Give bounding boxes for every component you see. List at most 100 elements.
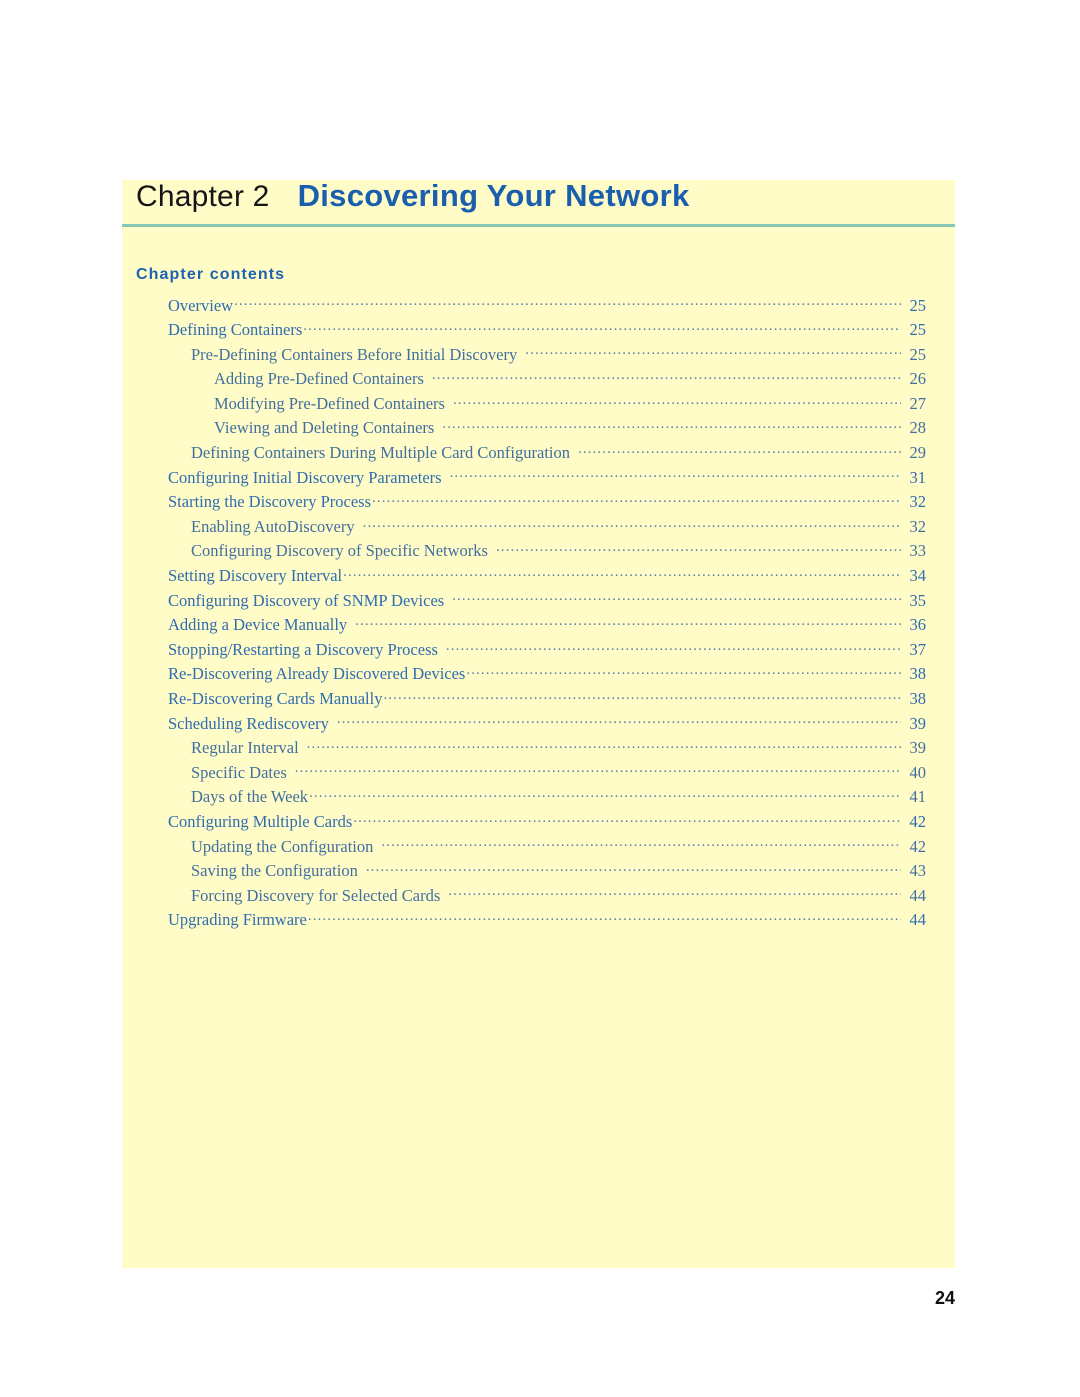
toc-entry-label: Configuring Initial Discovery Parameters bbox=[168, 467, 442, 487]
toc-entry-label: Setting Discovery Interval bbox=[168, 566, 343, 586]
page-title: Discovering Your Network bbox=[297, 178, 690, 213]
toc-entry[interactable]: Regular Interval 39 bbox=[136, 737, 926, 762]
toc-entry-label: Specific Dates bbox=[191, 762, 287, 782]
toc-entry[interactable]: Overview 25 bbox=[136, 294, 926, 319]
toc-entry-label: Starting the Discovery Process bbox=[168, 492, 372, 512]
toc-entry-page-number: 35 bbox=[909, 590, 927, 610]
toc-dot-leader bbox=[452, 589, 901, 606]
toc-entry[interactable]: Enabling AutoDiscovery 32 bbox=[136, 515, 926, 540]
toc-entry[interactable]: Viewing and Deleting Containers 28 bbox=[136, 417, 926, 442]
toc-entry-page-number: 34 bbox=[909, 566, 927, 586]
toc-dot-leader bbox=[453, 392, 901, 409]
toc-entry-page-number: 31 bbox=[909, 467, 927, 487]
toc-entry-label: Defining Containers bbox=[168, 320, 303, 340]
toc-entry[interactable]: Upgrading Firmware 44 bbox=[136, 909, 926, 934]
toc-dot-leader bbox=[343, 565, 901, 582]
toc-entry[interactable]: Configuring Initial Discovery Parameters… bbox=[136, 466, 926, 491]
toc-entry[interactable]: Modifying Pre-Defined Containers 27 bbox=[136, 392, 926, 417]
toc-dot-leader bbox=[337, 712, 901, 729]
toc-entry-page-number: 29 bbox=[909, 443, 927, 463]
toc-entry-label: Pre-Defining Containers Before Initial D… bbox=[191, 344, 518, 364]
toc-dot-leader bbox=[466, 663, 901, 680]
toc-dot-leader bbox=[381, 835, 901, 852]
table-of-contents: Overview 25 Defining Containers 25 Pre-Defin… bbox=[136, 294, 926, 933]
toc-entry[interactable]: Pre-Defining Containers Before Initial D… bbox=[136, 343, 926, 368]
chapter-header: Chapter 2 Discovering Your Network bbox=[122, 180, 955, 224]
toc-entry[interactable]: Stopping/Restarting a Discovery Process 3… bbox=[136, 638, 926, 663]
toc-entry-page-number: 33 bbox=[909, 541, 927, 561]
toc-entry[interactable]: Forcing Discovery for Selected Cards 44 bbox=[136, 884, 926, 909]
toc-entry-label: Configuring Multiple Cards bbox=[168, 811, 353, 831]
toc-entry[interactable]: Saving the Configuration 43 bbox=[136, 860, 926, 885]
toc-dot-leader bbox=[309, 786, 901, 803]
toc-entry-label: Adding a Device Manually bbox=[168, 615, 348, 635]
document-page: Chapter 2 Discovering Your Network Chapt… bbox=[0, 0, 1080, 1397]
toc-entry-label: Forcing Discovery for Selected Cards bbox=[191, 885, 441, 905]
toc-entry-label: Upgrading Firmware bbox=[168, 910, 307, 930]
toc-entry-page-number: 37 bbox=[909, 639, 927, 659]
toc-entry-page-number: 43 bbox=[909, 861, 927, 881]
toc-entry[interactable]: Configuring Multiple Cards 42 bbox=[136, 810, 926, 835]
toc-entry-label: Configuring Discovery of SNMP Devices bbox=[168, 590, 445, 610]
toc-entry[interactable]: Re-Discovering Already Discovered Device… bbox=[136, 663, 926, 688]
toc-entry-page-number: 39 bbox=[909, 713, 927, 733]
toc-entry-page-number: 32 bbox=[909, 516, 927, 536]
toc-entry-page-number: 27 bbox=[909, 393, 927, 413]
toc-entry[interactable]: Configuring Discovery of Specific Networ… bbox=[136, 540, 926, 565]
toc-entry[interactable]: Configuring Discovery of SNMP Devices 35 bbox=[136, 589, 926, 614]
toc-entry-label: Viewing and Deleting Containers bbox=[214, 418, 435, 438]
toc-dot-leader bbox=[366, 860, 901, 877]
toc-entry-page-number: 25 bbox=[909, 295, 927, 315]
toc-entry[interactable]: Adding Pre-Defined Containers 26 bbox=[136, 368, 926, 393]
toc-dot-leader bbox=[432, 368, 901, 385]
toc-entry-page-number: 39 bbox=[909, 738, 927, 758]
toc-entry-page-number: 38 bbox=[909, 664, 927, 684]
toc-entry[interactable]: Days of the Week 41 bbox=[136, 786, 926, 811]
toc-entry-label: Stopping/Restarting a Discovery Process bbox=[168, 639, 438, 659]
chapter-number-label: Chapter 2 bbox=[136, 180, 270, 213]
toc-entry-page-number: 44 bbox=[909, 910, 927, 930]
toc-dot-leader bbox=[496, 540, 901, 557]
toc-dot-leader bbox=[525, 343, 901, 360]
toc-entry-label: Scheduling Rediscovery bbox=[168, 713, 329, 733]
toc-entry-page-number: 32 bbox=[909, 492, 927, 512]
toc-entry-label: Configuring Discovery of Specific Networ… bbox=[191, 541, 488, 561]
page-number: 24 bbox=[934, 1288, 955, 1308]
toc-entry[interactable]: Specific Dates 40 bbox=[136, 761, 926, 786]
toc-dot-leader bbox=[307, 737, 901, 754]
toc-entry-page-number: 25 bbox=[909, 344, 927, 364]
toc-entry-label: Overview bbox=[168, 295, 234, 315]
toc-entry[interactable]: Starting the Discovery Process 32 bbox=[136, 491, 926, 516]
toc-dot-leader bbox=[448, 884, 901, 901]
toc-entry-label: Adding Pre-Defined Containers bbox=[214, 369, 424, 389]
toc-dot-leader bbox=[372, 491, 901, 508]
toc-entry-page-number: 41 bbox=[909, 787, 927, 807]
toc-entry-label: Enabling AutoDiscovery bbox=[191, 516, 355, 536]
toc-entry-page-number: 28 bbox=[909, 418, 927, 438]
toc-entry-label: Days of the Week bbox=[191, 787, 309, 807]
toc-dot-leader bbox=[578, 442, 901, 459]
toc-entry-label: Regular Interval bbox=[191, 738, 299, 758]
toc-entry[interactable]: Updating the Configuration 42 bbox=[136, 835, 926, 860]
toc-dot-leader bbox=[355, 614, 901, 631]
toc-entry[interactable]: Setting Discovery Interval 34 bbox=[136, 565, 926, 590]
toc-entry[interactable]: Re-Discovering Cards Manually 38 bbox=[136, 688, 926, 713]
toc-dot-leader bbox=[383, 688, 901, 705]
toc-entry-label: Updating the Configuration bbox=[191, 836, 374, 856]
toc-entry-label: Saving the Configuration bbox=[191, 861, 358, 881]
toc-entry[interactable]: Scheduling Rediscovery 39 bbox=[136, 712, 926, 737]
toc-entry-label: Modifying Pre-Defined Containers bbox=[214, 393, 445, 413]
toc-entry-label: Re-Discovering Already Discovered Device… bbox=[168, 664, 466, 684]
toc-dot-leader bbox=[353, 810, 901, 827]
toc-entry-page-number: 44 bbox=[909, 885, 927, 905]
toc-entry-label: Re-Discovering Cards Manually bbox=[168, 689, 383, 708]
toc-entry-page-number: 26 bbox=[909, 369, 927, 389]
toc-entry-page-number: 40 bbox=[909, 762, 927, 782]
toc-entry-page-number: 42 bbox=[909, 811, 927, 831]
toc-entry-page-number: 36 bbox=[909, 615, 927, 635]
toc-dot-leader bbox=[303, 319, 901, 336]
toc-entry-label: Defining Containers During Multiple Card… bbox=[191, 443, 570, 463]
toc-entry[interactable]: Defining Containers 25 bbox=[136, 319, 926, 344]
toc-entry[interactable]: Adding a Device Manually 36 bbox=[136, 614, 926, 639]
toc-entry[interactable]: Defining Containers During Multiple Card… bbox=[136, 442, 926, 467]
